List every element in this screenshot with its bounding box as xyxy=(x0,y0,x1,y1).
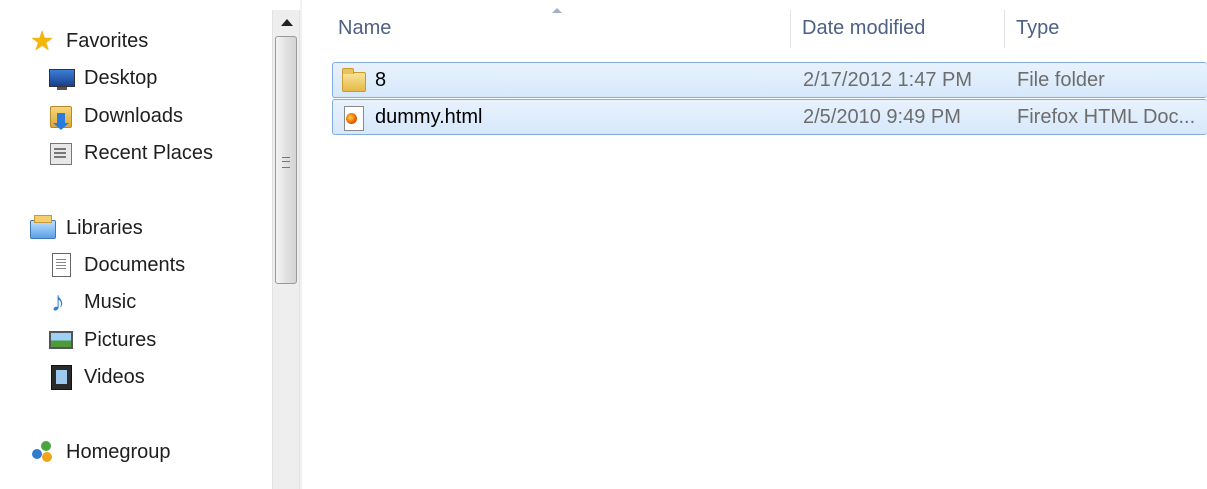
nav-item-pictures[interactable]: Pictures xyxy=(48,323,156,357)
documents-icon xyxy=(48,252,74,278)
file-name: dummy.html xyxy=(375,105,483,128)
grip-icon xyxy=(282,157,290,168)
file-name-cell: 8 xyxy=(341,63,386,97)
nav-item-label: Videos xyxy=(84,365,145,388)
column-header-type[interactable]: Type xyxy=(1006,8,1206,48)
nav-item-label: Recent Places xyxy=(84,141,213,164)
videos-icon xyxy=(48,364,74,390)
nav-homegroup[interactable]: Homegroup xyxy=(30,435,171,469)
nav-item-downloads[interactable]: Downloads xyxy=(48,99,183,133)
nav-favorites-label: Favorites xyxy=(66,29,149,52)
nav-libraries[interactable]: Libraries xyxy=(30,211,143,245)
recent-places-icon xyxy=(48,140,74,166)
column-header-name[interactable]: Name xyxy=(328,8,790,48)
file-type-cell: File folder xyxy=(1017,68,1105,91)
column-separator[interactable] xyxy=(790,10,791,48)
nav-item-label: Pictures xyxy=(84,328,157,351)
libraries-icon xyxy=(30,215,56,241)
nav-favorites[interactable]: ★ Favorites xyxy=(30,24,148,58)
nav-libraries-label: Libraries xyxy=(66,216,143,239)
scroll-up-icon[interactable] xyxy=(281,19,293,26)
firefox-html-icon xyxy=(341,105,364,131)
nav-item-videos[interactable]: Videos xyxy=(48,360,145,394)
pictures-icon xyxy=(48,327,74,353)
nav-item-recent-places[interactable]: Recent Places xyxy=(48,136,213,170)
nav-item-music[interactable]: ♪ Music xyxy=(48,285,136,319)
nav-item-label: Desktop xyxy=(84,66,158,89)
music-icon: ♪ xyxy=(51,286,65,317)
folder-icon xyxy=(341,68,366,92)
nav-homegroup-label: Homegroup xyxy=(66,440,171,463)
nav-item-label: Downloads xyxy=(84,104,183,127)
column-header-label: Name xyxy=(338,16,392,39)
nav-item-label: Documents xyxy=(84,253,186,276)
nav-scrollbar[interactable] xyxy=(272,10,300,489)
nav-item-documents[interactable]: Documents xyxy=(48,248,185,282)
column-header-label: Date modified xyxy=(802,16,926,39)
downloads-icon xyxy=(48,103,74,130)
file-row[interactable]: dummy.html 2/5/2010 9:49 PM Firefox HTML… xyxy=(332,99,1207,135)
pane-divider[interactable] xyxy=(300,0,302,489)
navigation-pane: ★ Favorites Desktop Downloads Recent Pla… xyxy=(0,0,272,489)
column-header-date-modified[interactable]: Date modified xyxy=(792,8,1004,48)
scrollbar-thumb[interactable] xyxy=(275,36,297,284)
file-type-cell: Firefox HTML Doc... xyxy=(1017,105,1196,128)
column-header-label: Type xyxy=(1016,16,1060,39)
file-row[interactable]: 8 2/17/2012 1:47 PM File folder xyxy=(332,62,1207,98)
file-name: 8 xyxy=(375,68,387,91)
file-name-cell: dummy.html xyxy=(341,100,482,134)
homegroup-icon xyxy=(30,439,56,465)
nav-item-label: Music xyxy=(84,290,137,313)
nav-item-desktop[interactable]: Desktop xyxy=(48,61,157,95)
file-date-cell: 2/17/2012 1:47 PM xyxy=(803,68,973,91)
column-separator[interactable] xyxy=(1004,10,1005,48)
star-icon: ★ xyxy=(30,26,55,56)
desktop-icon xyxy=(48,65,75,91)
file-date-cell: 2/5/2010 9:49 PM xyxy=(803,105,961,128)
